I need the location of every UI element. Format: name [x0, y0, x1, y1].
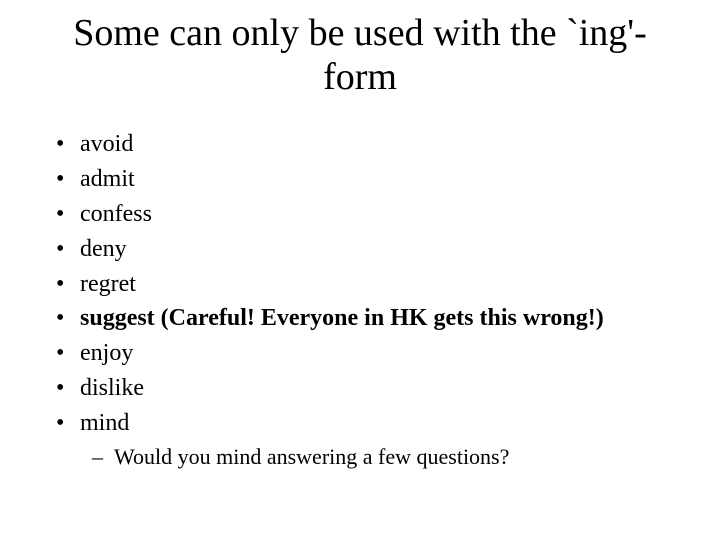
bullet-list: avoid admit confess deny regret suggest (Care…	[48, 127, 680, 472]
list-item-text: regret	[80, 271, 136, 297]
list-item: dislike	[48, 371, 680, 406]
list-item-text: suggest	[80, 305, 155, 331]
sub-list-item: Would you mind answering a few questions…	[88, 441, 680, 473]
list-item: mind	[48, 406, 680, 441]
list-item-text: dislike	[80, 375, 144, 401]
list-item: enjoy	[48, 336, 680, 371]
list-item: avoid	[48, 127, 680, 162]
list-item: deny	[48, 232, 680, 267]
list-item: admit	[48, 162, 680, 197]
list-item: regret	[48, 267, 680, 302]
list-item-text: enjoy	[80, 340, 133, 366]
list-item-note: (Careful! Everyone in HK gets this wrong…	[161, 305, 604, 331]
list-item-text: mind	[80, 410, 129, 436]
sub-list: Would you mind answering a few questions…	[88, 441, 680, 473]
list-item: confess	[48, 197, 680, 232]
list-item-text: avoid	[80, 131, 133, 157]
slide: Some can only be used with the `ing'-for…	[0, 0, 720, 540]
list-item-text: confess	[80, 201, 152, 227]
slide-title: Some can only be used with the `ing'-for…	[60, 12, 660, 99]
list-item-text: deny	[80, 236, 127, 262]
list-item: suggest (Careful! Everyone in HK gets th…	[48, 301, 680, 336]
list-item-text: admit	[80, 166, 135, 192]
